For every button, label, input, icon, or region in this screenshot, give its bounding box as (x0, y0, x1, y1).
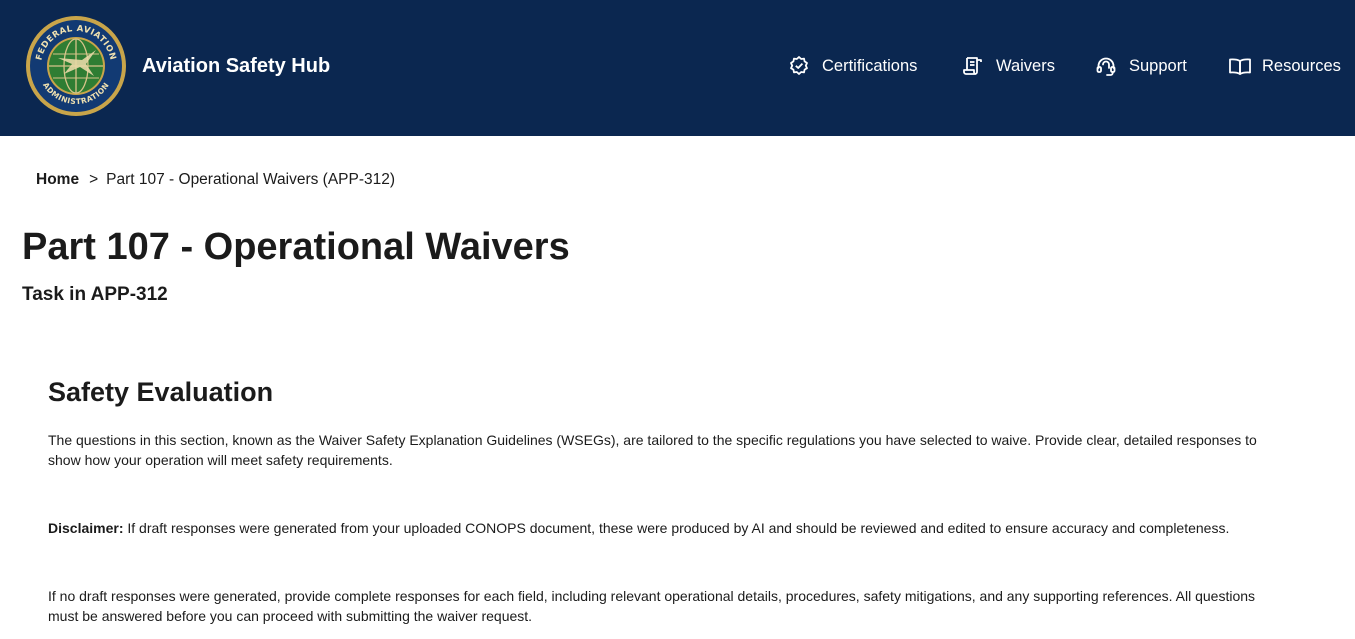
nav-support-label: Support (1129, 56, 1187, 75)
section-intro-text: The questions in this section, known as … (48, 432, 1257, 468)
page-title: Part 107 - Operational Waivers (22, 226, 570, 268)
breadcrumb: Home > Part 107 - Operational Waivers (APP… (36, 170, 395, 190)
disclaimer-body: If draft responses were generated from y… (123, 520, 1230, 536)
open-book-icon (1228, 55, 1251, 77)
nav-waivers-label: Waivers (996, 56, 1055, 75)
certificate-badge-icon (788, 55, 810, 77)
app-title[interactable]: Aviation Safety Hub (142, 54, 330, 78)
nav-certifications[interactable]: Certifications (788, 54, 917, 78)
nav-resources-label: Resources (1262, 56, 1341, 75)
disclaimer-text: Disclaimer: If draft responses were gene… (48, 518, 1288, 538)
nav-waivers[interactable]: Waivers (962, 54, 1055, 78)
nav-resources[interactable]: Resources (1228, 54, 1341, 78)
breadcrumb-current: Part 107 - Operational Waivers (APP-312) (106, 171, 396, 188)
section-title: Safety Evaluation (48, 377, 274, 407)
nav-support[interactable]: Support (1095, 54, 1187, 78)
no-draft-instructions-text: If no draft responses were generated, pr… (48, 588, 1256, 624)
breadcrumb-separator: > (89, 171, 99, 188)
page-subtitle: Task in APP-312 (22, 284, 168, 305)
top-navigation-bar: FEDERAL AVIATION ADMINISTRATION Aviation… (0, 0, 1355, 136)
headset-icon (1095, 55, 1117, 77)
disclaimer-label: Disclaimer: (48, 520, 124, 536)
faa-seal-logo[interactable]: FEDERAL AVIATION ADMINISTRATION (24, 14, 128, 118)
breadcrumb-home-link[interactable]: Home (36, 171, 79, 188)
document-icon (962, 55, 984, 77)
nav-certifications-label: Certifications (822, 56, 918, 75)
